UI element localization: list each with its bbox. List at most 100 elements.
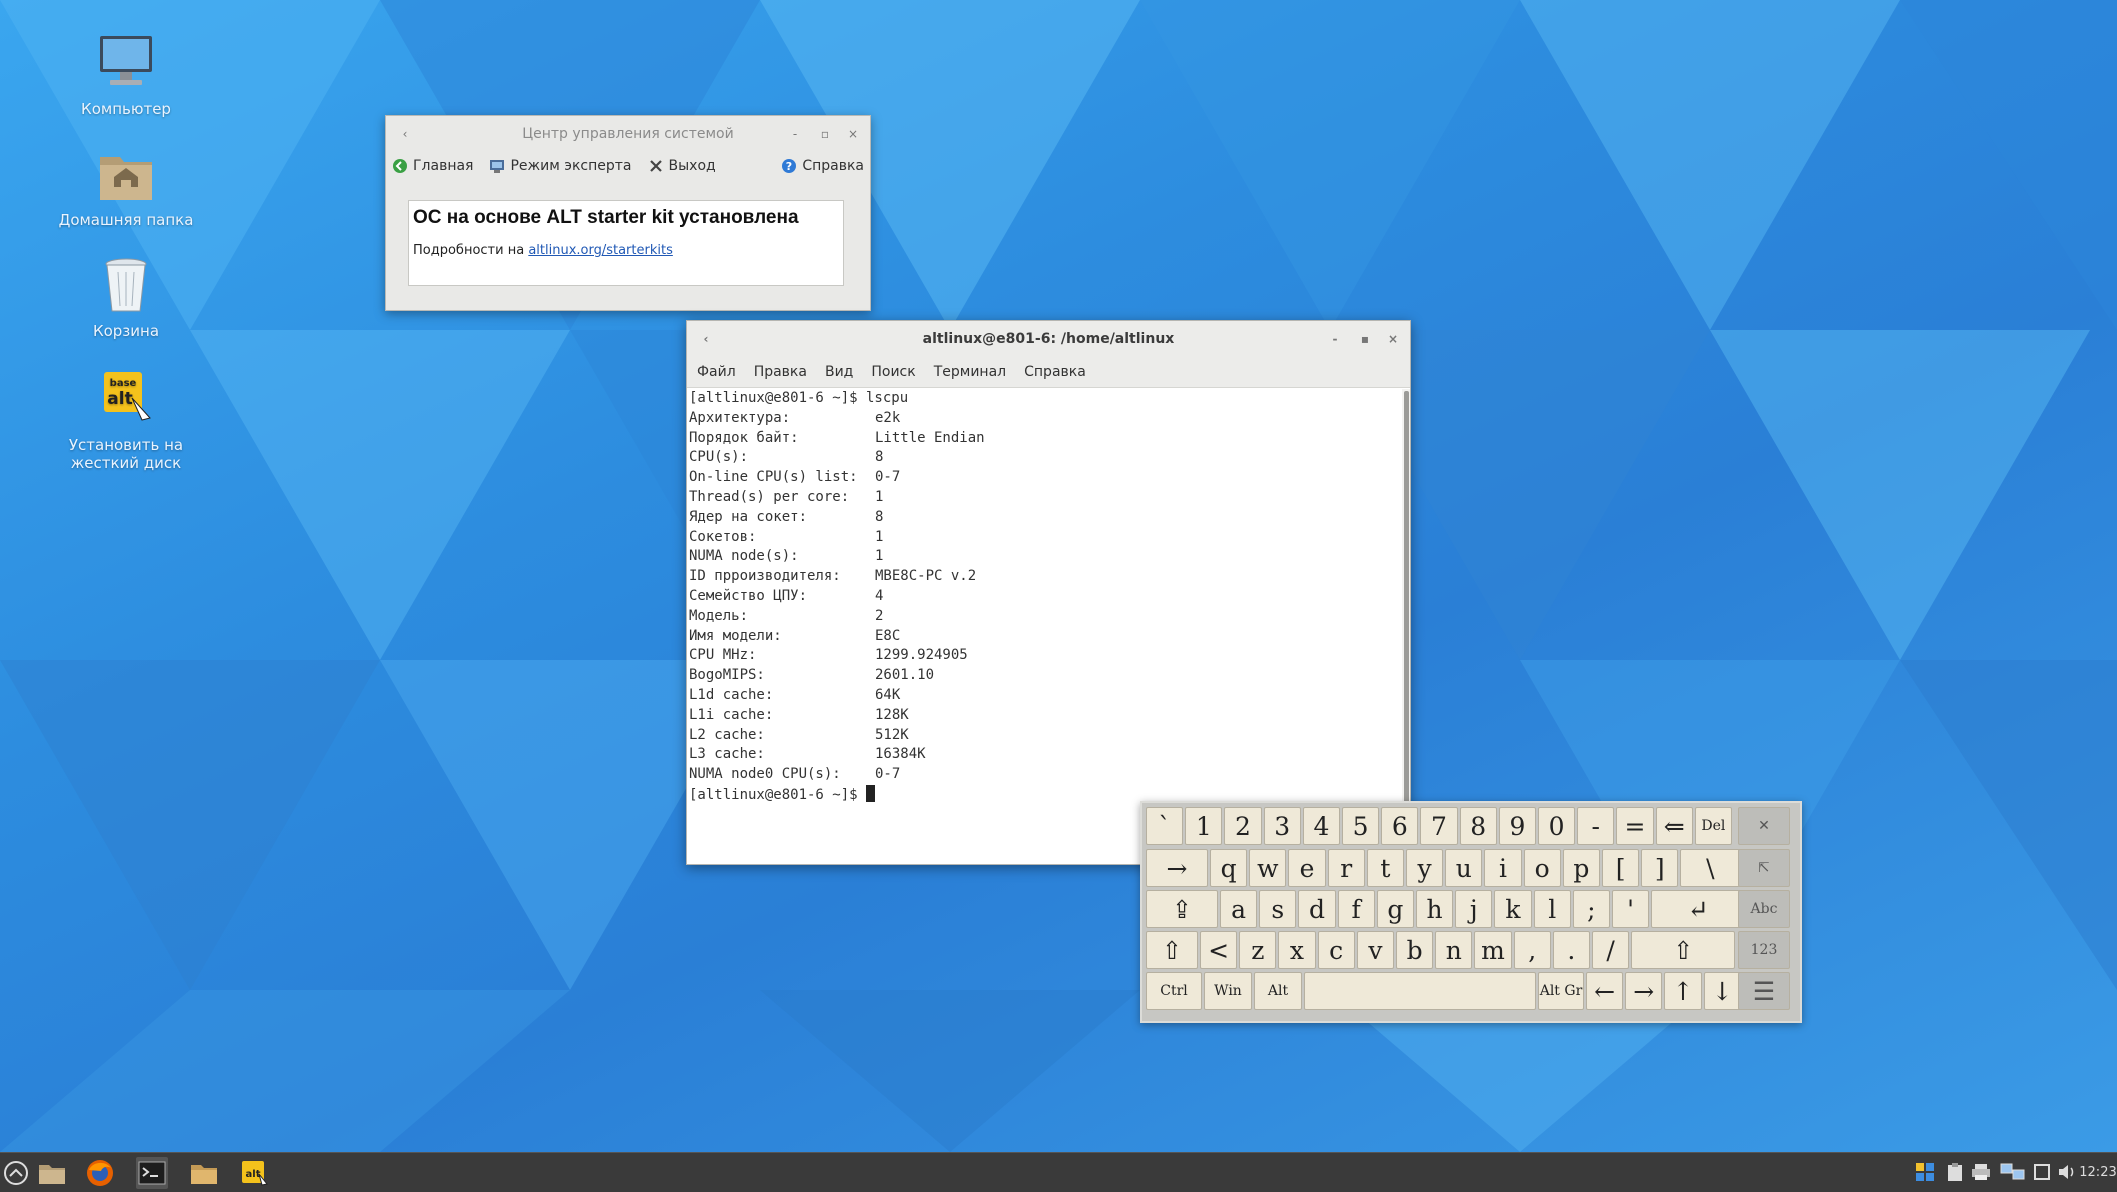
key[interactable]: d — [1298, 890, 1336, 928]
taskbar-file-manager[interactable] — [36, 1157, 68, 1189]
keyboard-move-key[interactable]: ⇱ — [1738, 849, 1790, 887]
desktop-icon-trash[interactable]: Корзина — [36, 254, 216, 340]
key[interactable]: 3 — [1263, 807, 1301, 845]
key[interactable]: g — [1376, 890, 1414, 928]
ctrl-key[interactable]: Ctrl — [1146, 972, 1202, 1010]
clipboard-icon[interactable] — [1944, 1161, 1966, 1183]
keyboard-abc-key[interactable]: Abc — [1738, 890, 1790, 928]
key[interactable]: j — [1455, 890, 1493, 928]
desktop-icon-installer[interactable]: base alt Установить на жесткий диск — [36, 368, 216, 472]
key[interactable]: p — [1562, 849, 1600, 887]
key[interactable]: 2 — [1224, 807, 1262, 845]
key[interactable]: u — [1445, 849, 1483, 887]
minimize-button[interactable]: - — [1320, 321, 1350, 357]
key[interactable]: - — [1577, 807, 1615, 845]
key[interactable]: c — [1317, 931, 1355, 969]
key[interactable]: l — [1533, 890, 1571, 928]
desktop-icon-computer[interactable]: Компьютер — [36, 32, 216, 118]
space-key[interactable] — [1304, 972, 1536, 1010]
key[interactable]: 5 — [1342, 807, 1380, 845]
clock[interactable]: 12:23 — [2079, 1161, 2116, 1183]
menu-view[interactable]: Вид — [825, 364, 853, 380]
down-arrow-key[interactable]: ↓ — [1703, 972, 1741, 1010]
key[interactable]: 4 — [1302, 807, 1340, 845]
win-key[interactable]: Win — [1204, 972, 1252, 1010]
key[interactable]: 1 — [1185, 807, 1223, 845]
key[interactable]: m — [1474, 931, 1512, 969]
key[interactable]: \ — [1680, 849, 1741, 887]
up-arrow-key[interactable]: ↑ — [1664, 972, 1702, 1010]
key[interactable]: z — [1239, 931, 1277, 969]
key[interactable]: y — [1406, 849, 1444, 887]
minimize-button[interactable]: - — [780, 116, 810, 152]
key[interactable]: < — [1200, 931, 1238, 969]
keyboard-menu-key[interactable]: ☰ — [1738, 972, 1790, 1010]
maximize-button[interactable]: ▫ — [810, 116, 840, 152]
window-list-icon[interactable] — [2032, 1161, 2052, 1183]
key[interactable]: t — [1366, 849, 1404, 887]
window-menu-button[interactable]: ‹ — [691, 321, 721, 357]
workspace-switcher-icon[interactable] — [1914, 1161, 1936, 1183]
keyboard-close-key[interactable]: ✕ — [1738, 807, 1790, 845]
key[interactable]: v — [1356, 931, 1394, 969]
menu-help[interactable]: Справка — [1024, 364, 1086, 380]
help-button[interactable]: ? Справка — [781, 158, 864, 174]
key[interactable]: 0 — [1538, 807, 1576, 845]
key[interactable]: Del — [1694, 807, 1732, 845]
right-arrow-key[interactable]: → — [1625, 972, 1663, 1010]
terminal-output[interactable]: [altlinux@e801-6 ~]$ lscpu Архитектура: e… — [689, 389, 1400, 864]
key[interactable]: n — [1435, 931, 1473, 969]
network-icon[interactable] — [1998, 1161, 2028, 1183]
close-button[interactable]: × — [838, 116, 868, 152]
taskbar-firefox[interactable] — [84, 1157, 116, 1189]
taskbar-installer[interactable]: alt — [238, 1157, 270, 1189]
window-titlebar[interactable]: ‹ altlinux@e801-6: /home/altlinux - ▪ × — [687, 321, 1410, 357]
printer-icon[interactable] — [1970, 1161, 1992, 1183]
key[interactable]: ` — [1146, 807, 1184, 845]
key[interactable]: r — [1327, 849, 1365, 887]
start-menu-button[interactable] — [0, 1157, 32, 1189]
exit-button[interactable]: Выход — [648, 158, 716, 174]
key[interactable]: w — [1249, 849, 1287, 887]
key[interactable]: x — [1278, 931, 1316, 969]
key[interactable]: s — [1259, 890, 1297, 928]
caps-lock-key[interactable]: ⇪ — [1146, 890, 1218, 928]
left-arrow-key[interactable]: ← — [1586, 972, 1624, 1010]
tab-key[interactable]: → — [1146, 849, 1208, 887]
key[interactable]: ⇧ — [1631, 931, 1736, 969]
menu-file[interactable]: Файл — [697, 364, 736, 380]
desktop-icon-home[interactable]: Домашняя папка — [36, 143, 216, 229]
key[interactable]: . — [1552, 931, 1590, 969]
menu-edit[interactable]: Правка — [754, 364, 807, 380]
key[interactable]: ⇐ — [1655, 807, 1693, 845]
volume-icon[interactable] — [2056, 1161, 2078, 1183]
menu-terminal[interactable]: Терминал — [934, 364, 1006, 380]
taskbar-terminal[interactable] — [136, 1157, 168, 1189]
key[interactable]: 8 — [1459, 807, 1497, 845]
alt-key[interactable]: Alt — [1254, 972, 1302, 1010]
key[interactable]: b — [1396, 931, 1434, 969]
terminal-scrollbar[interactable] — [1402, 389, 1410, 864]
key[interactable]: [ — [1602, 849, 1640, 887]
scrollbar-thumb[interactable] — [1404, 391, 1409, 806]
menu-search[interactable]: Поиск — [871, 364, 915, 380]
window-menu-button[interactable]: ‹ — [390, 116, 420, 152]
altgr-key[interactable]: Alt Gr — [1538, 972, 1584, 1010]
window-titlebar[interactable]: ‹ Центр управления системой - ▫ × — [386, 116, 870, 152]
key[interactable]: h — [1416, 890, 1454, 928]
key[interactable]: a — [1220, 890, 1258, 928]
key[interactable]: ; — [1572, 890, 1610, 928]
key[interactable]: ↵ — [1651, 890, 1746, 928]
key[interactable]: e — [1288, 849, 1326, 887]
key[interactable]: f — [1337, 890, 1375, 928]
key[interactable]: / — [1592, 931, 1630, 969]
keyboard-numbers-key[interactable]: 123 — [1738, 931, 1790, 969]
key[interactable]: k — [1494, 890, 1532, 928]
key[interactable]: ] — [1641, 849, 1679, 887]
maximize-button[interactable]: ▪ — [1350, 321, 1380, 357]
key[interactable]: i — [1484, 849, 1522, 887]
key[interactable]: ' — [1612, 890, 1650, 928]
key[interactable]: 6 — [1381, 807, 1419, 845]
key[interactable]: , — [1513, 931, 1551, 969]
taskbar-folder[interactable] — [188, 1157, 220, 1189]
